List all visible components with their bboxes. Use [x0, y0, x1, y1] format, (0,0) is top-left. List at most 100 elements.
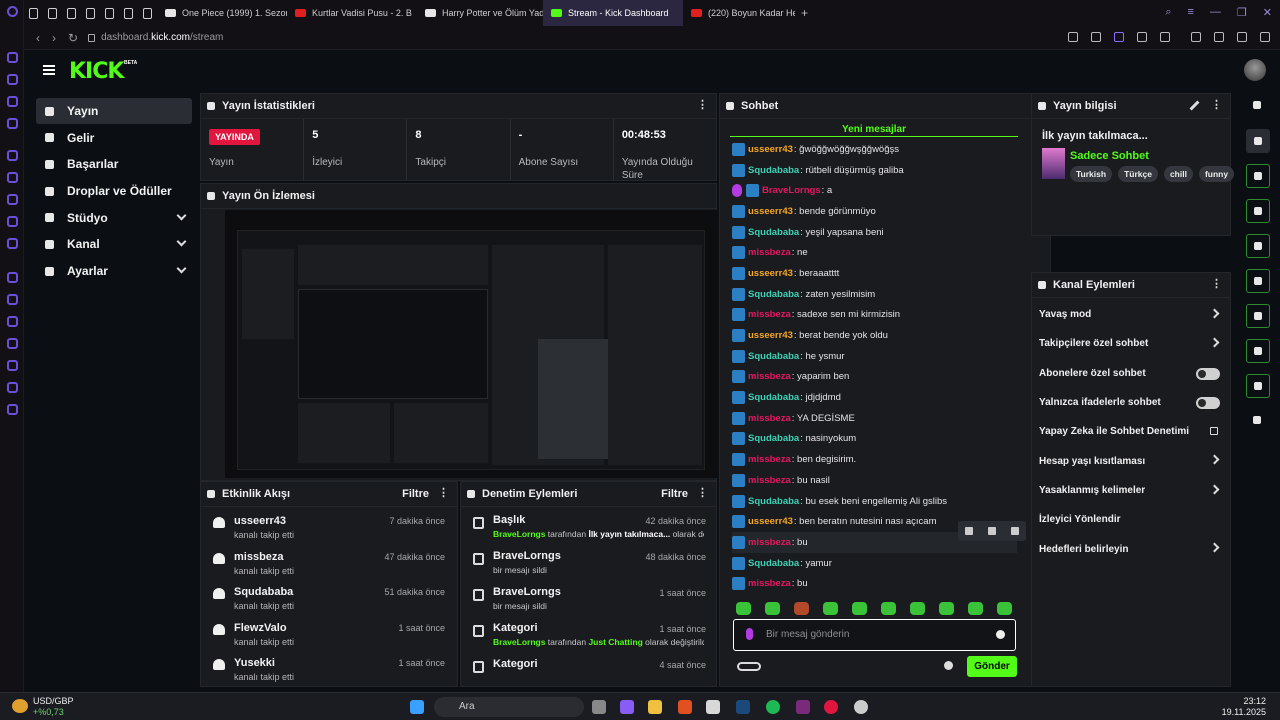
pinned-tab[interactable] — [86, 7, 95, 19]
taskbar-search[interactable]: Ara — [434, 697, 584, 717]
sidebar-app-icon[interactable] — [7, 238, 18, 249]
sidebar-app-icon[interactable] — [7, 294, 18, 305]
chat-username[interactable]: Squdababa — [748, 392, 799, 403]
steam-icon[interactable] — [736, 700, 750, 714]
chat-message[interactable]: usseerr43: ğwöğğwöğğwşğğwöğşs — [732, 139, 1017, 160]
sidebar-item-studyo[interactable]: Stüdyo — [36, 205, 192, 231]
chat-message[interactable]: Squdababa: jdjdjdmd — [732, 387, 1017, 408]
hamburger-menu-icon[interactable] — [43, 65, 55, 75]
mod-user[interactable]: BraveLorngs — [493, 637, 545, 647]
minimize-button[interactable]: — — [1210, 6, 1221, 19]
tab[interactable]: One Piece (1999) 1. Sezon — [157, 0, 287, 26]
emote-icon[interactable] — [765, 602, 780, 615]
currency-widget[interactable]: USD/GBP +%0,73 — [33, 696, 74, 718]
emote-icon[interactable] — [852, 602, 867, 615]
filter-button[interactable]: Filtre — [661, 488, 688, 500]
action-ai-moderation[interactable]: Yapay Zeka ile Sohbet Denetimi — [1032, 417, 1230, 446]
more-options-icon[interactable]: ⋮ — [697, 99, 708, 111]
stream-preview-video[interactable] — [225, 210, 717, 478]
extensions-icon[interactable] — [1191, 32, 1201, 42]
chat-username[interactable]: missbeza — [748, 454, 791, 465]
sidebar-item-ayarlar[interactable]: Ayarlar — [36, 258, 192, 284]
app-icon[interactable] — [706, 700, 720, 714]
sidebar-app-icon[interactable] — [7, 172, 18, 183]
sidebar-app-icon[interactable] — [7, 404, 18, 415]
sidebar-app-icon[interactable] — [7, 360, 18, 371]
sidebar-app-icon[interactable] — [7, 150, 18, 161]
category-thumbnail[interactable] — [1042, 148, 1065, 179]
sidebar-app-icon[interactable] — [7, 194, 18, 205]
chat-message[interactable]: Squdababa: yeşil yapsana beni — [732, 222, 1017, 243]
chat-message[interactable]: usseerr43: bende görünmüyo — [732, 201, 1017, 222]
emote-icon[interactable] — [736, 602, 751, 615]
bolt-icon[interactable] — [1246, 199, 1270, 223]
sidebar-app-icon[interactable] — [7, 316, 18, 327]
pinned-tab[interactable] — [29, 7, 38, 19]
action-subscribers-only[interactable]: Abonelere özel sohbet — [1032, 359, 1230, 388]
emoji-icon[interactable] — [996, 630, 1005, 639]
emote-icon[interactable] — [823, 602, 838, 615]
infinity-icon[interactable] — [737, 662, 761, 671]
chat-username[interactable]: Squdababa — [748, 165, 799, 176]
copilot-icon[interactable] — [620, 700, 634, 714]
chat-message[interactable]: Squdababa: zaten yesilmisim — [732, 284, 1017, 305]
chat-username[interactable]: BraveLorngs — [762, 185, 821, 196]
chat-message[interactable]: Squdababa: rütbeli düşürmüş galiba — [732, 160, 1017, 181]
spotify-icon[interactable] — [766, 700, 780, 714]
tag[interactable]: Türkçe — [1118, 166, 1158, 182]
chat-username[interactable]: missbeza — [748, 371, 791, 382]
chat-username[interactable]: Squdababa — [748, 289, 799, 300]
new-tab-button[interactable]: + — [801, 6, 808, 20]
pinned-tab[interactable] — [124, 7, 133, 19]
avatar[interactable] — [1244, 59, 1266, 81]
menu-icon[interactable]: ≡ — [1187, 6, 1193, 19]
windows-start-icon[interactable] — [410, 700, 424, 714]
action-slow-mode[interactable]: Yavaş mod — [1032, 300, 1230, 329]
chat-input[interactable]: Bir mesaj gönderin — [733, 619, 1016, 651]
chat-message[interactable]: BraveLorngs: a — [732, 180, 1017, 201]
chat-message[interactable]: Squdababa: yamur — [732, 553, 1017, 574]
mic-icon[interactable] — [746, 628, 753, 640]
more-options-icon[interactable]: ⋮ — [1211, 278, 1222, 290]
camera-icon[interactable] — [1246, 164, 1270, 188]
chat-username[interactable]: Squdababa — [748, 227, 799, 238]
pin-icon[interactable] — [1068, 32, 1078, 42]
chat-message[interactable]: usseerr43: berat bende yok oldu — [732, 325, 1017, 346]
chat-message[interactable]: Squdababa: he ysmur — [732, 346, 1017, 367]
sidebar-app-icon[interactable] — [7, 96, 18, 107]
sidebar-item-yayin[interactable]: Yayın — [36, 98, 192, 124]
pin-icon[interactable] — [987, 527, 996, 535]
action-host[interactable]: İzleyici Yönlendir — [1032, 505, 1230, 534]
document-icon[interactable] — [1246, 234, 1270, 258]
chat-message[interactable]: usseerr43: beraaatttt — [732, 263, 1017, 284]
chat-username[interactable]: missbeza — [748, 475, 791, 486]
sidebar-app-icon[interactable] — [7, 338, 18, 349]
chat-username[interactable]: usseerr43 — [748, 330, 793, 341]
tag[interactable]: Turkish — [1070, 166, 1113, 182]
sidebar-app-icon[interactable] — [7, 118, 18, 129]
back-icon[interactable]: ‹ — [36, 31, 40, 45]
task-view-icon[interactable] — [592, 700, 606, 714]
chat-username[interactable]: missbeza — [748, 309, 791, 320]
chat-message[interactable]: missbeza: bu — [732, 573, 1017, 594]
sidebar-item-droplar[interactable]: Droplar ve Ödüller — [36, 178, 192, 204]
opera-icon[interactable] — [7, 6, 18, 17]
chat-username[interactable]: usseerr43 — [748, 144, 793, 155]
action-banned-words[interactable]: Yasaklanmış kelimeler — [1032, 476, 1230, 505]
chat-username[interactable]: missbeza — [748, 413, 791, 424]
chat-username[interactable]: Squdababa — [748, 496, 799, 507]
layout-icon[interactable] — [1246, 339, 1270, 363]
action-followers-only[interactable]: Takipçilere özel sohbet — [1032, 329, 1230, 358]
snapshot-icon[interactable] — [1091, 32, 1101, 42]
more-options-icon[interactable]: ⋮ — [1211, 99, 1222, 111]
chat-username[interactable]: Squdababa — [748, 558, 799, 569]
chat-username[interactable]: missbeza — [748, 537, 791, 548]
sidebar-item-kanal[interactable]: Kanal — [36, 231, 192, 257]
emote-icon[interactable] — [794, 602, 809, 615]
pinned-tab[interactable] — [67, 7, 76, 19]
action-account-age[interactable]: Hesap yaşı kısıtlaması — [1032, 446, 1230, 475]
chat-icon[interactable] — [1246, 269, 1270, 293]
sidebar-app-icon[interactable] — [7, 216, 18, 227]
emote-icon[interactable] — [881, 602, 896, 615]
chat-username[interactable]: usseerr43 — [748, 268, 793, 279]
